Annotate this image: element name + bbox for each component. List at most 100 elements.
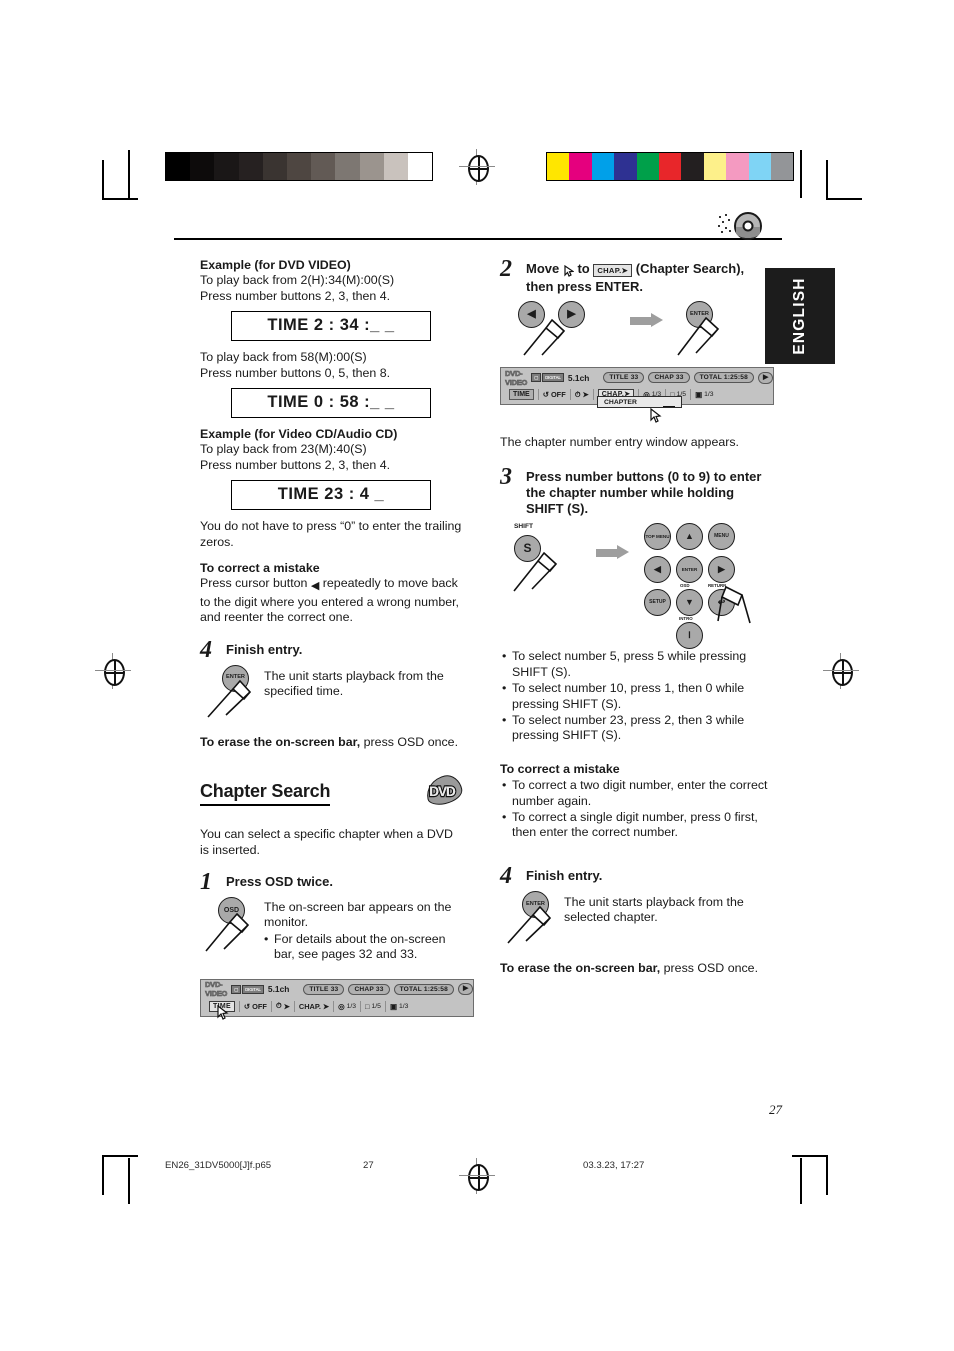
example-dvd-line2: Press number buttons 2, 3, then 4. [200,288,391,303]
crop-mark-bl2 [128,1158,130,1204]
gray-patch-2 [214,153,239,180]
arrow-right-icon-1: ➤ [283,1001,290,1011]
osd-angle-value: 1/3 [398,1002,409,1010]
step-1-number: 1 [200,868,212,895]
osd-bar-left: DVD-VIDEO ▢ DIGITAL 5.1ch TITLE 33 CHAP … [200,978,474,1020]
osd-cell-angle-right[interactable]: ▣ 1/3 [691,389,717,400]
angle-icon-right: ▣ [695,390,703,399]
keypad-button-left[interactable]: ◀ [644,556,671,584]
osd-channels-label: 5.1ch [267,984,290,995]
crop-mark-tl-h [102,160,104,200]
keypad-button-setup[interactable]: SETUP [644,589,671,617]
color-patch-0 [547,153,570,180]
osd-total-chip-right: TOTAL 1:25:58 [693,372,754,383]
gray-patch-8 [359,153,384,180]
arrow-right-icon-1-right: ➤ [582,390,589,399]
time-display-1: TIME 2 : 34 :_ _ [231,311,431,342]
footer-page: 27 [363,1160,374,1171]
example-dvd-heading: Example (for DVD VIDEO) [200,258,351,272]
osd-disc-type-label-right: DVD-VIDEO [505,368,528,387]
osd-cell-chapter-search[interactable]: CHAP. ➤ [295,1000,335,1012]
keypad-button-top-menu[interactable]: TOP MENU [644,523,671,551]
chapter-search-title: Chapter Search [200,781,330,806]
keypad-button-up[interactable]: ▲ [676,523,703,551]
color-patch-6 [681,153,704,180]
cursor-arrow-icon-inline [563,263,575,279]
step-3-bullet-1: To select number 5, press 5 while pressi… [502,649,768,680]
enter-button-art-left: ENTER [200,664,264,721]
subtitle-icon: □ [365,1001,370,1011]
crop-mark-tl2 [128,150,130,198]
osd-title-chip-right: TITLE 33 [603,372,645,383]
osd-cell-time-search[interactable]: ⏱ ➤ [272,1000,295,1012]
crop-mark-tl-v [102,198,138,200]
clock-icon-right: ⏱ [574,389,581,399]
registration-target-left [95,653,131,689]
osd-repeat-value-right: OFF [550,390,566,399]
mouse-cursor-icon-right [650,408,662,423]
example-vcd-note: You do not have to press “0” to enter th… [200,519,462,549]
keypad-sublabel-osd: OSD [680,583,690,589]
time-display-2: TIME 0 : 58 :_ _ [231,388,431,419]
osd-cell-time-search-right[interactable]: ⏱ ➤ [571,389,594,400]
osd-cell-time-right[interactable]: TIME [505,389,539,400]
keypad-button-intro[interactable]: Ⅰ [676,622,703,650]
step-1-bullet: For details about the on-screen bar, see… [264,932,462,963]
angle-icon: ▣ [389,1001,397,1011]
crop-mark-tr [826,160,828,200]
example-dvd-line3: To play back from 58(M):00(S) [200,350,367,365]
osd-bar-right: DVD-VIDEO ▢ DIGITAL 5.1ch TITLE 33 CHAP … [500,367,774,423]
osd-cell-repeat-right[interactable]: ↺ OFF [539,389,571,400]
header-rule [174,238,782,240]
pointing-hand-icon-enter-step2 [677,316,720,356]
step-2-number: 2 [500,256,512,282]
color-patch-2 [591,153,615,180]
osd-cell-audio[interactable]: ◎ 1/3 [334,1000,362,1012]
osd-cell-angle[interactable]: ▣ 1/3 [386,1001,412,1012]
osd-time-button-right[interactable]: TIME [509,389,534,400]
manual-page: ENGLISH Example (for DVD VIDEO) To play … [0,0,954,1351]
keypad-button-down[interactable]: ▼ [676,589,703,617]
color-patch-7 [703,153,727,180]
step-3-bullet-2: To select number 10, press 1, then 0 whi… [502,681,768,712]
keypad-button-menu[interactable]: MENU [708,523,735,551]
registration-target-top [459,149,495,185]
erase-note-left: To erase the on-screen bar, press OSD on… [200,734,459,749]
gray-patch-7 [335,153,360,180]
pointing-hand-icon-left [207,679,252,718]
osd-angle-value-right: 1/3 [704,391,714,398]
osd-channels-label-right: 5.1ch [567,372,590,383]
dolby-digital-icon-right: ▢ [531,373,542,382]
dolby-digital-label-right: DIGITAL [542,373,564,382]
gray-patch-6 [311,153,336,180]
step-2-caption: The chapter number entry window appears. [500,435,739,449]
step-4-desc-right: The unit starts playback from the select… [564,894,744,925]
example-vcd-heading: Example (for Video CD/Audio CD) [200,427,398,442]
enter-button-art-right: ENTER [500,890,564,947]
dvd-logo-badge: DVD DVD [422,772,465,810]
color-patch-8 [726,153,749,180]
right-column: 2 Move to CHAP.➤ (Chapter Search), then … [500,256,774,976]
arrow-right-icon-2: ➤ [322,1001,330,1011]
example-vcd-line1: To play back from 23(M):40(S) [200,442,367,457]
gray-patch-0 [166,153,191,180]
step-3-bullet-3: To select number 23, press 2, then 3 whi… [502,713,768,744]
example-vcd-line2: Press number buttons 2, 3, then 4. [200,457,391,472]
play-icon-right: ▶ [757,371,774,384]
color-patch-9 [748,153,771,180]
pointing-hand-icon-shift [513,552,558,592]
osd-subtitle-value: 1/5 [371,1002,381,1010]
crop-mark-bl [102,1155,104,1195]
osd-disc-type-label: DVD-VIDEO [205,980,228,999]
osd-cell-subtitle[interactable]: □ 1/5 [361,1000,386,1012]
disc-sparkle-icon [718,214,734,236]
osd-cell-repeat[interactable]: ↺ OFF [240,1000,272,1012]
osd-bar-row-1: DVD-VIDEO ▢ DIGITAL 5.1ch TITLE 33 CHAP … [201,980,474,999]
audio-icon: ◎ [338,1001,345,1011]
color-patch-5 [658,153,682,180]
keypad-button-enter[interactable]: ENTER [676,556,703,584]
grayscale-calibration-bar [165,152,434,181]
example-dvd-line4: Press number buttons 0, 5, then 8. [200,365,391,380]
crop-mark-tr-v [826,198,862,200]
gray-patch-5 [286,153,312,180]
